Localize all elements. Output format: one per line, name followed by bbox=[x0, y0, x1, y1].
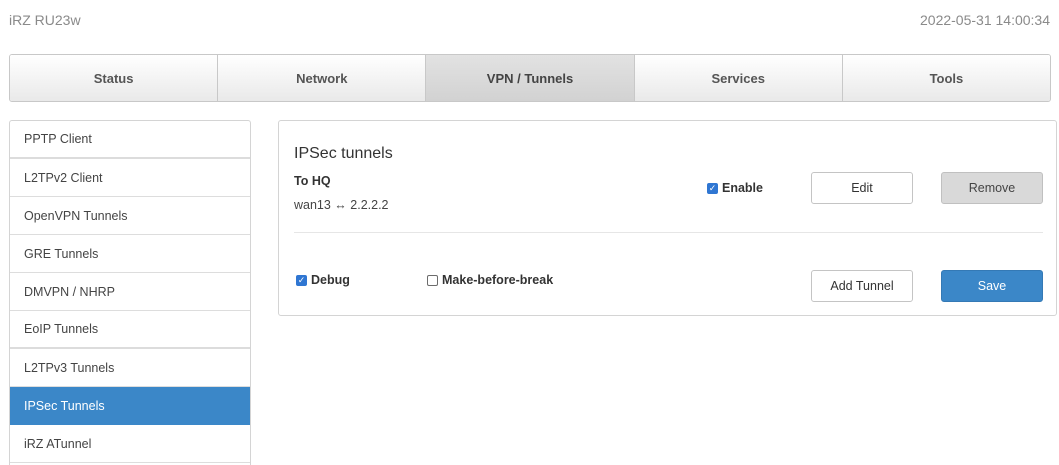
sidebar-item-openvpn-tunnels[interactable]: OpenVPN Tunnels bbox=[10, 197, 250, 235]
tab-services[interactable]: Services bbox=[634, 55, 843, 101]
main-nav-tabs: Status Network VPN / Tunnels Services To… bbox=[9, 54, 1051, 102]
debug-label: Debug bbox=[311, 273, 350, 287]
tunnel-name: To HQ bbox=[294, 174, 331, 188]
tab-network[interactable]: Network bbox=[218, 55, 427, 101]
ipsec-panel: IPSec tunnels To HQ wan13 ↔ 2.2.2.2 ✓ En… bbox=[278, 120, 1057, 316]
top-bar: iRZ RU23w 2022-05-31 14:00:34 bbox=[0, 0, 1059, 40]
sidebar-item-l2tpv2-client[interactable]: L2TPv2 Client bbox=[10, 159, 250, 197]
sidebar-item-l2tpv3-tunnels[interactable]: L2TPv3 Tunnels bbox=[10, 349, 250, 387]
sidebar-item-dmvpn-nhrp[interactable]: DMVPN / NHRP bbox=[10, 273, 250, 311]
divider bbox=[294, 232, 1043, 233]
tab-tools[interactable]: Tools bbox=[842, 55, 1050, 101]
make-before-break-label: Make-before-break bbox=[442, 273, 554, 287]
tab-vpn-tunnels[interactable]: VPN / Tunnels bbox=[426, 55, 635, 101]
panel-title: IPSec tunnels bbox=[294, 145, 393, 162]
checkbox-checked-icon: ✓ bbox=[707, 182, 718, 194]
save-button[interactable]: Save bbox=[941, 270, 1043, 302]
tab-status[interactable]: Status bbox=[10, 55, 219, 101]
tunnel-route: wan13 ↔ 2.2.2.2 bbox=[294, 198, 389, 212]
remove-button[interactable]: Remove bbox=[941, 172, 1043, 204]
debug-checkbox[interactable]: ✓ Debug bbox=[296, 273, 350, 287]
add-tunnel-button[interactable]: Add Tunnel bbox=[811, 270, 913, 302]
checkbox-checked-icon: ✓ bbox=[296, 274, 307, 286]
edit-button[interactable]: Edit bbox=[811, 172, 913, 204]
sidebar-item-pptp-client[interactable]: PPTP Client bbox=[10, 121, 250, 159]
device-name: iRZ RU23w bbox=[9, 12, 81, 28]
enable-checkbox[interactable]: ✓ Enable bbox=[707, 181, 763, 195]
checkbox-unchecked-icon: ✓ bbox=[427, 274, 438, 286]
sidebar-item-eoip-tunnels[interactable]: EoIP Tunnels bbox=[10, 311, 250, 349]
sidebar-item-gre-tunnels[interactable]: GRE Tunnels bbox=[10, 235, 250, 273]
make-before-break-checkbox[interactable]: ✓ Make-before-break bbox=[427, 273, 553, 287]
sidebar-item-irz-atunnel[interactable]: iRZ ATunnel bbox=[10, 425, 250, 463]
current-datetime: 2022-05-31 14:00:34 bbox=[920, 12, 1050, 28]
enable-label: Enable bbox=[722, 181, 763, 195]
sidebar-item-ipsec-tunnels[interactable]: IPSec Tunnels bbox=[10, 387, 250, 425]
sidebar: PPTP Client L2TPv2 Client OpenVPN Tunnel… bbox=[9, 120, 251, 465]
